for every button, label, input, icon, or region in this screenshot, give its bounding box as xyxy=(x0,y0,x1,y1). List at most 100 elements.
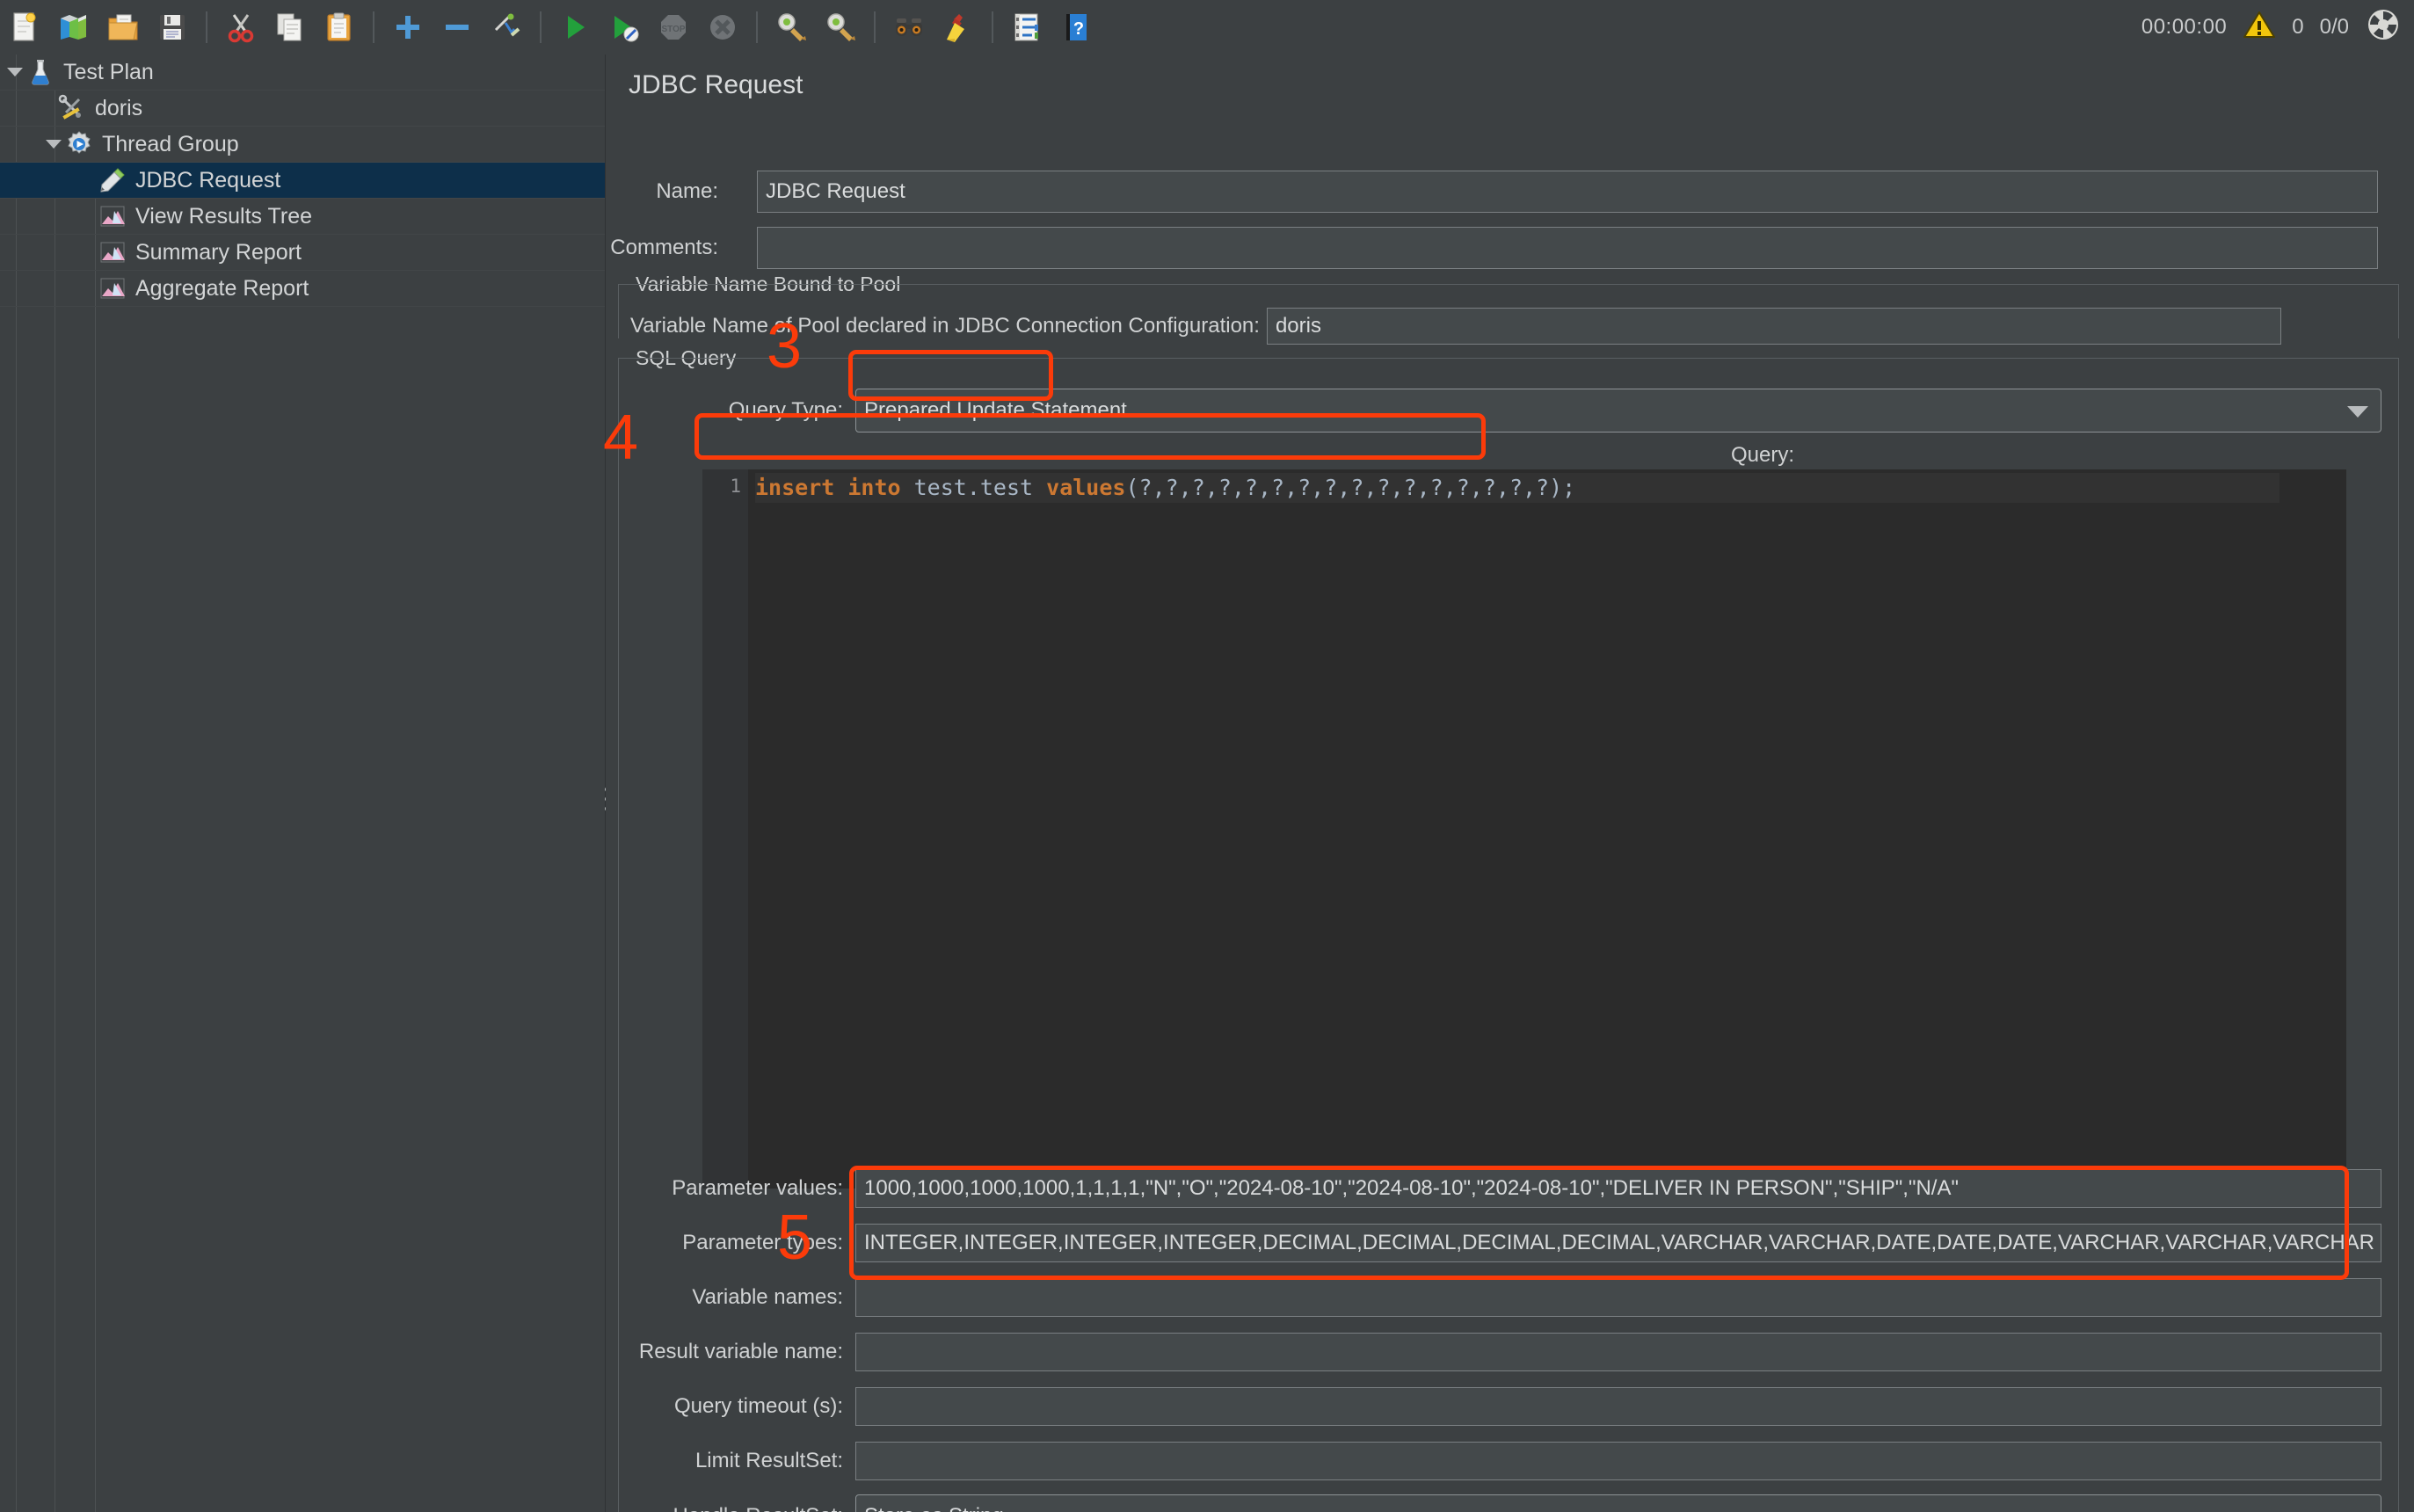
query-timeout-row: Query timeout (s): xyxy=(606,1387,2381,1426)
tree-item-test-plan[interactable]: Test Plan xyxy=(0,55,605,91)
tree-item-aggregate-report[interactable]: Aggregate Report xyxy=(0,271,605,307)
sql-query-text[interactable]: insert into test.test values(?,?,?,?,?,?… xyxy=(748,469,2299,1189)
toolbar-edit-group xyxy=(216,4,364,50)
paste-icon[interactable] xyxy=(316,4,362,50)
parameter-types-input[interactable]: INTEGER,INTEGER,INTEGER,INTEGER,DECIMAL,… xyxy=(855,1224,2381,1262)
sql-group-border-right xyxy=(2398,358,2399,1512)
query-type-value: Prepared Update Statement xyxy=(864,398,1127,423)
elapsed-time: 00:00:00 xyxy=(2141,15,2227,40)
function-helper-icon[interactable] xyxy=(1004,4,1050,50)
result-variable-name-row: Result variable name: xyxy=(606,1333,2381,1371)
result-variable-name-input[interactable] xyxy=(855,1333,2381,1371)
chevron-down-icon[interactable] xyxy=(2347,406,2368,418)
editor-right-padding xyxy=(2299,469,2346,1189)
open-icon[interactable] xyxy=(100,4,146,50)
cut-icon[interactable] xyxy=(218,4,264,50)
save-icon[interactable] xyxy=(149,4,195,50)
handle-resultset-row: Handle ResultSet: Store as String xyxy=(606,1494,2381,1512)
limit-resultset-label: Limit ResultSet: xyxy=(606,1449,843,1473)
result-variable-name-label: Result variable name: xyxy=(606,1340,843,1364)
expand-all-icon[interactable] xyxy=(385,4,431,50)
limit-resultset-row: Limit ResultSet: xyxy=(606,1442,2381,1480)
start-icon[interactable] xyxy=(552,4,598,50)
main-toolbar: STOP xyxy=(0,0,2414,55)
help-icon[interactable]: ? xyxy=(1053,4,1099,50)
parameter-types-label: Parameter types: xyxy=(606,1231,843,1255)
pool-group-border-right xyxy=(2398,284,2399,338)
templates-icon[interactable] xyxy=(51,4,97,50)
shutdown-icon[interactable] xyxy=(700,4,745,50)
query-timeout-label: Query timeout (s): xyxy=(606,1394,843,1419)
toolbar-separator-6 xyxy=(992,11,993,43)
comments-row: Comments: xyxy=(606,227,2399,269)
comments-input[interactable] xyxy=(757,227,2378,269)
tree-item-summary-report[interactable]: Summary Report xyxy=(0,235,605,271)
toolbar-separator-5 xyxy=(874,11,876,43)
toolbar-separator-3 xyxy=(540,11,542,43)
query-label: Query: xyxy=(1731,443,1794,468)
comments-label: Comments: xyxy=(606,236,718,260)
chevron-down-icon[interactable] xyxy=(4,55,26,90)
tree-item-label: Aggregate Report xyxy=(135,276,309,302)
tree-item-label: Summary Report xyxy=(135,240,302,265)
editor-line-numbers: 1 xyxy=(702,469,748,1189)
query-type-label: Query Type: xyxy=(606,398,843,423)
toggle-icon[interactable] xyxy=(484,4,529,50)
jdbc-request-icon xyxy=(98,166,127,194)
clear-icon[interactable] xyxy=(768,4,814,50)
listener-icon xyxy=(98,274,127,302)
stop-icon[interactable]: STOP xyxy=(651,4,696,50)
variable-names-label: Variable names: xyxy=(606,1285,843,1310)
name-input[interactable]: JDBC Request xyxy=(757,171,2378,213)
toolbar-help-group: ? xyxy=(1002,4,1101,50)
tree-item-view-results-tree[interactable]: View Results Tree xyxy=(0,199,605,235)
name-row: Name: JDBC Request xyxy=(606,171,2399,213)
query-type-combo[interactable]: Prepared Update Statement xyxy=(855,389,2381,433)
tree-item-label: JDBC Request xyxy=(135,168,280,193)
variable-names-row: Variable names: xyxy=(606,1278,2381,1317)
name-label: Name: xyxy=(606,179,718,204)
tree-guide-line-3 xyxy=(95,167,96,1512)
new-icon[interactable] xyxy=(2,4,47,50)
error-count: 0 xyxy=(2292,15,2303,40)
svg-text:?: ? xyxy=(1073,19,1084,39)
toolbar-run-group: STOP xyxy=(550,4,747,50)
query-type-row: Query Type: Prepared Update Statement xyxy=(606,389,2381,433)
tree-item-label: View Results Tree xyxy=(135,204,312,229)
tree-item-doris[interactable]: doris xyxy=(0,91,605,127)
jdbc-request-panel: JDBC Request Name: JDBC Request Comments… xyxy=(606,55,2414,1512)
parameter-values-input[interactable]: 1000,1000,1000,1000,1,1,1,1,"N","O","202… xyxy=(855,1169,2381,1208)
toolbar-status: 00:00:00 0 0/0 xyxy=(2141,6,2414,49)
copy-icon[interactable] xyxy=(267,4,313,50)
collapse-all-icon[interactable] xyxy=(434,4,480,50)
tree-item-jdbc-request[interactable]: JDBC Request xyxy=(0,163,605,199)
toolbar-file-group xyxy=(0,4,197,50)
handle-resultset-combo[interactable]: Store as String xyxy=(855,1494,2381,1512)
tree-item-label: doris xyxy=(95,96,142,121)
sql-query-editor[interactable]: 1 insert into test.test values(?,?,?,?,?… xyxy=(702,469,2346,1189)
clear-all-icon[interactable] xyxy=(818,4,863,50)
limit-resultset-input[interactable] xyxy=(855,1442,2381,1480)
pool-group-border-top xyxy=(618,284,2399,285)
test-plan-tree[interactable]: Test Plan doris Thread Group xyxy=(0,55,606,1512)
editor-scroll-column[interactable] xyxy=(2279,469,2299,1189)
run-indicator-icon[interactable] xyxy=(2365,6,2402,49)
chevron-down-icon[interactable] xyxy=(42,127,65,162)
tree-item-thread-group[interactable]: Thread Group xyxy=(0,127,605,163)
handle-resultset-value: Store as String xyxy=(864,1504,1004,1512)
thread-count: 0/0 xyxy=(2320,15,2349,40)
pool-name-input[interactable]: doris xyxy=(1267,308,2281,345)
toolbar-separator-1 xyxy=(206,11,207,43)
variable-names-input[interactable] xyxy=(855,1278,2381,1317)
sql-keyword-insert: insert into xyxy=(755,475,901,500)
page-title: JDBC Request xyxy=(629,70,803,100)
search-icon[interactable] xyxy=(886,4,932,50)
listener-icon xyxy=(98,238,127,266)
query-timeout-input[interactable] xyxy=(855,1387,2381,1426)
start-no-pauses-icon[interactable] xyxy=(601,4,647,50)
warning-triangle-icon[interactable] xyxy=(2243,10,2276,46)
jdbc-connection-config-icon xyxy=(58,94,86,122)
reset-search-icon[interactable] xyxy=(935,4,981,50)
parameter-types-row: Parameter types: INTEGER,INTEGER,INTEGER… xyxy=(606,1224,2381,1262)
tree-item-label: Thread Group xyxy=(102,132,239,157)
